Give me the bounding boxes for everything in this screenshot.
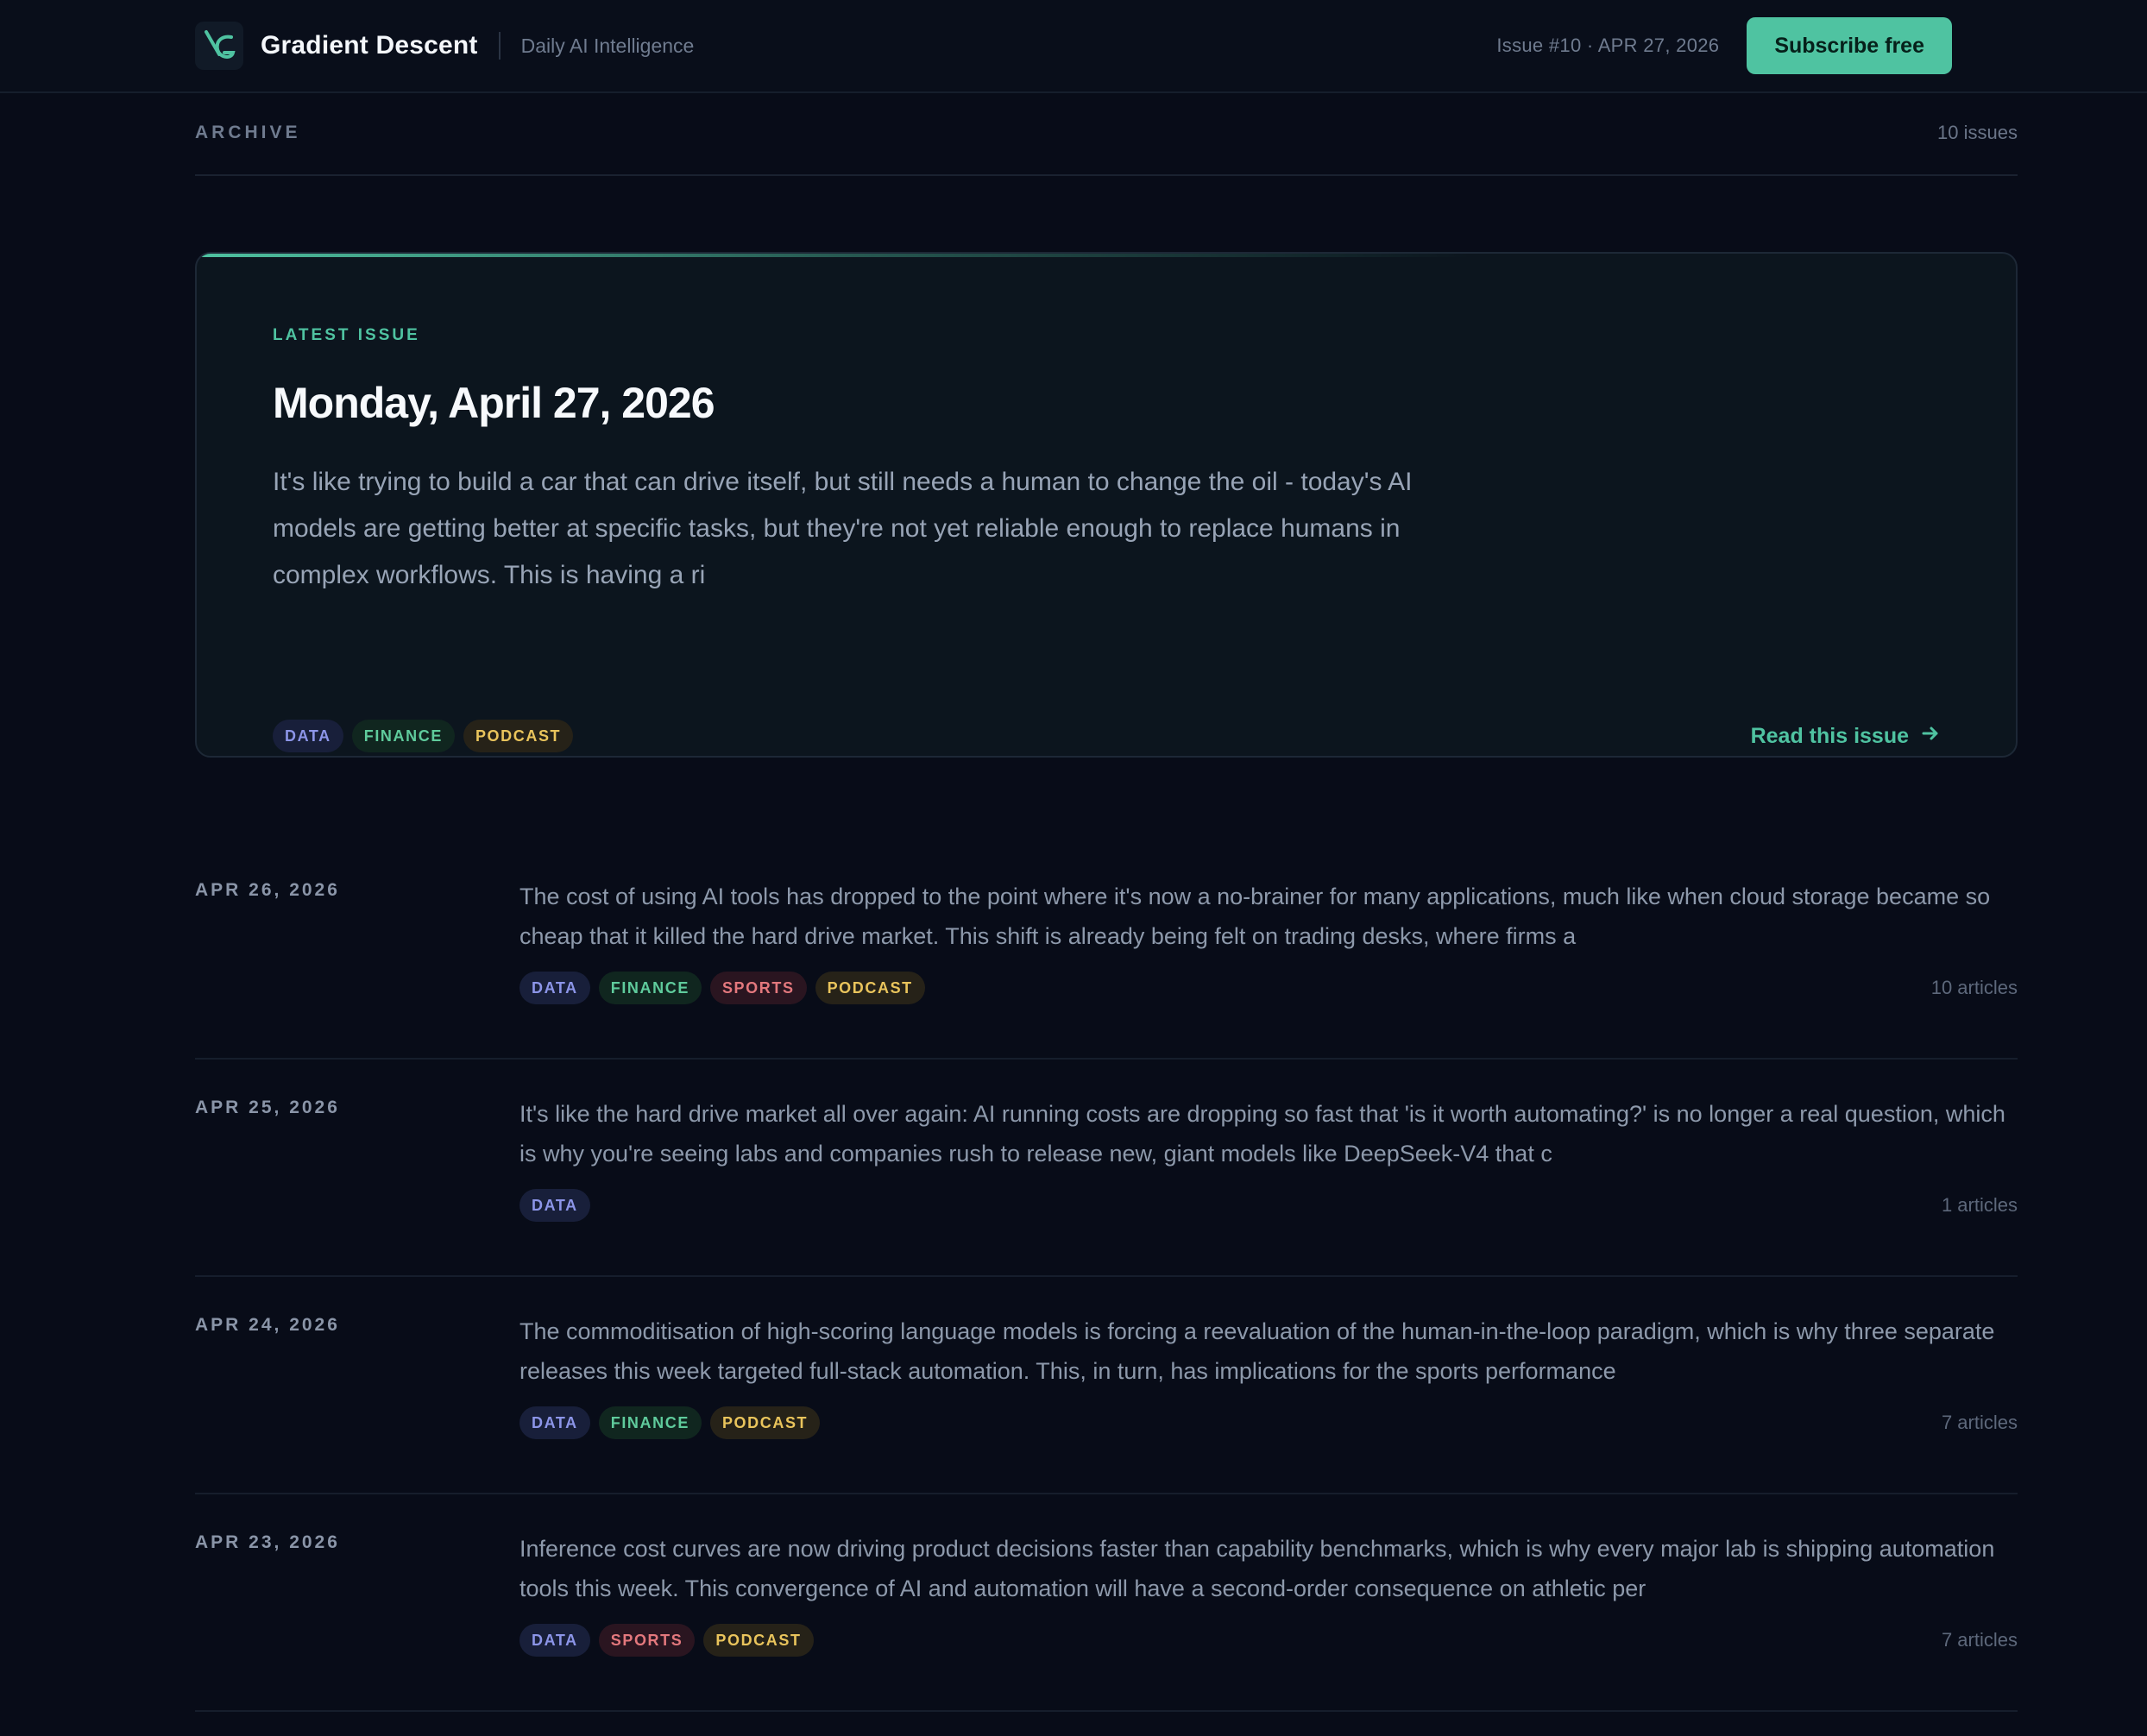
tag-data[interactable]: DATA <box>519 972 590 1004</box>
issue-body: The cost of using AI tools has dropped t… <box>519 877 2018 1004</box>
arrow-right-icon <box>1921 724 1940 749</box>
tag-podcast[interactable]: PODCAST <box>463 720 574 752</box>
tag-podcast[interactable]: PODCAST <box>815 972 925 1004</box>
featured-tag-list: DATA FINANCE PODCAST <box>273 720 574 752</box>
top-bar-inner: Gradient Descent Daily AI Intelligence I… <box>195 0 1952 91</box>
issue-date: APR 23, 2026 <box>195 1532 340 1552</box>
top-bar: Gradient Descent Daily AI Intelligence I… <box>0 0 2147 93</box>
issue-body: Inference cost curves are now driving pr… <box>519 1529 2018 1657</box>
tag-podcast[interactable]: PODCAST <box>709 1406 821 1439</box>
featured-issue-content: LATEST ISSUE Monday, April 27, 2026 It's… <box>273 326 1940 756</box>
issue-tag-list: DATA SPORTS PODCAST <box>519 1624 814 1657</box>
archive-issue-count: 10 issues <box>1937 122 2018 143</box>
read-this-issue-label: Read this issue <box>1750 723 1909 748</box>
issue-article-count: 1 articles <box>1941 1194 2018 1216</box>
main-content: ARCHIVE 10 issues LATEST ISSUE Monday, A… <box>195 91 2018 1712</box>
current-issue-meta: Issue #10 · APR 27, 2026 <box>1496 35 1720 56</box>
tag-finance[interactable]: FINANCE <box>598 972 702 1004</box>
subscribe-button[interactable]: Subscribe free <box>1747 17 1952 74</box>
issue-date: APR 25, 2026 <box>195 1098 340 1117</box>
issue-tag-list: DATA FINANCE SPORTS PODCAST <box>519 972 925 1004</box>
archive-label: ARCHIVE <box>195 123 301 142</box>
issue-tag-list: DATA <box>519 1189 590 1222</box>
issue-body: The commoditisation of high-scoring lang… <box>519 1311 2018 1439</box>
issue-row-apr-26[interactable]: APR 26, 2026 The cost of using AI tools … <box>195 842 2018 1060</box>
issue-footer: DATA FINANCE SPORTS PODCAST 10 articles <box>519 972 2018 1004</box>
tag-data[interactable]: DATA <box>519 1406 590 1439</box>
gradient-descent-logo-icon[interactable] <box>195 22 243 70</box>
tag-data[interactable]: DATA <box>519 1189 590 1222</box>
issue-footer: DATA FINANCE PODCAST 7 articles <box>519 1406 2018 1439</box>
archive-header: ARCHIVE 10 issues <box>195 91 2018 176</box>
issue-tag-list: DATA FINANCE PODCAST <box>519 1406 821 1439</box>
tag-data[interactable]: DATA <box>273 720 343 752</box>
issue-list: APR 26, 2026 The cost of using AI tools … <box>195 842 2018 1712</box>
issue-row-apr-23[interactable]: APR 23, 2026 Inference cost curves are n… <box>195 1494 2018 1712</box>
issue-article-count: 10 articles <box>1930 977 2018 998</box>
issue-summary[interactable]: The commoditisation of high-scoring lang… <box>519 1311 2018 1391</box>
featured-issue-summary: It's like trying to build a car that can… <box>273 468 1413 589</box>
featured-issue-title[interactable]: Monday, April 27, 2026 <box>273 378 1940 428</box>
tag-finance[interactable]: FINANCE <box>351 720 455 752</box>
tag-podcast[interactable]: PODCAST <box>703 1624 814 1657</box>
issue-date: APR 24, 2026 <box>195 1315 340 1335</box>
issue-row-apr-25[interactable]: APR 25, 2026 It's like the hard drive ma… <box>195 1060 2018 1277</box>
issue-summary[interactable]: The cost of using AI tools has dropped t… <box>519 877 2018 956</box>
brand-name[interactable]: Gradient Descent <box>261 31 478 60</box>
latest-issue-label: LATEST ISSUE <box>273 326 420 344</box>
issue-article-count: 7 articles <box>1941 1412 2018 1433</box>
issue-footer: DATA SPORTS PODCAST 7 articles <box>519 1624 2018 1657</box>
issue-article-count: 7 articles <box>1941 1629 2018 1651</box>
brand-tagline: Daily AI Intelligence <box>520 34 695 57</box>
issue-body: It's like the hard drive market all over… <box>519 1094 2018 1222</box>
featured-issue-footer: DATA FINANCE PODCAST Read this issue <box>273 720 1940 752</box>
read-this-issue-link[interactable]: Read this issue <box>1751 724 1940 749</box>
brand-divider <box>498 32 501 60</box>
featured-accent-line <box>197 254 2016 257</box>
issue-date: APR 26, 2026 <box>195 880 340 900</box>
issue-summary[interactable]: Inference cost curves are now driving pr… <box>519 1529 2018 1608</box>
issue-summary[interactable]: It's like the hard drive market all over… <box>519 1094 2018 1173</box>
tag-data[interactable]: DATA <box>519 1624 590 1657</box>
featured-issue-card[interactable]: LATEST ISSUE Monday, April 27, 2026 It's… <box>195 252 2018 758</box>
tag-finance[interactable]: FINANCE <box>598 1406 702 1439</box>
issue-row-apr-24[interactable]: APR 24, 2026 The commoditisation of high… <box>195 1277 2018 1494</box>
tag-sports[interactable]: SPORTS <box>709 972 807 1004</box>
issue-footer: DATA 1 articles <box>519 1189 2018 1222</box>
tag-sports[interactable]: SPORTS <box>598 1624 696 1657</box>
